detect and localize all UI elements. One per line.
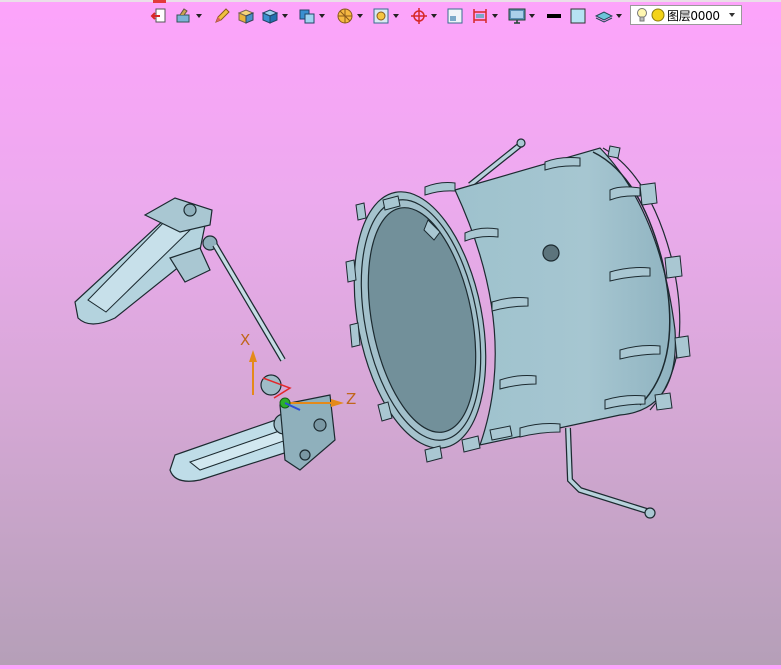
box-icon xyxy=(237,9,255,24)
cube-icon xyxy=(261,9,279,24)
section-view-button[interactable] xyxy=(446,6,464,26)
top-toolbar: 图层0000 xyxy=(0,0,781,30)
block-feature-button[interactable] xyxy=(237,6,255,26)
z-axis-label: Z xyxy=(346,390,356,408)
chevron-down-icon xyxy=(393,14,399,18)
chevron-down-icon xyxy=(729,13,735,17)
edit-pencil-button[interactable] xyxy=(213,6,231,26)
chevron-down-icon xyxy=(616,14,622,18)
crosshair-icon xyxy=(411,8,427,24)
solid-body-menu[interactable] xyxy=(261,6,288,26)
layer-selector[interactable]: 图层0000 xyxy=(630,5,742,25)
monitor-icon xyxy=(508,8,526,24)
layer-style-menu[interactable] xyxy=(595,6,622,26)
chevron-down-icon xyxy=(529,14,535,18)
section-icon xyxy=(447,8,463,24)
chevron-down-icon xyxy=(357,14,363,18)
clip-plane-icon xyxy=(473,9,487,23)
chevron-down-icon xyxy=(282,14,288,18)
exit-sketch-button[interactable] xyxy=(150,6,168,26)
pencil-icon xyxy=(215,8,230,23)
fill-color-swatch-icon xyxy=(570,8,586,24)
chevron-down-icon xyxy=(196,14,202,18)
exit-icon xyxy=(150,8,166,23)
model-canvas: X Z xyxy=(74,138,691,519)
layer-on-icon xyxy=(651,8,665,22)
paint-icon xyxy=(176,8,190,23)
layer-name: 图层0000 xyxy=(667,8,720,23)
chevron-down-icon xyxy=(431,14,437,18)
combine-icon xyxy=(299,9,315,24)
drum-vent-hole xyxy=(542,244,560,262)
bass-drum[interactable] xyxy=(334,138,691,519)
clip-plane-menu[interactable] xyxy=(471,6,498,26)
upper-pedal[interactable] xyxy=(74,197,286,362)
chevron-down-icon xyxy=(492,14,498,18)
toolbar-top-edge xyxy=(0,0,781,2)
combine-bodies-menu[interactable] xyxy=(298,6,325,26)
fill-color-button[interactable] xyxy=(570,6,586,26)
render-style-menu[interactable] xyxy=(336,6,363,26)
bulb-icon xyxy=(637,8,647,22)
fit-view-icon xyxy=(373,8,389,24)
snap-point-menu[interactable] xyxy=(410,6,437,26)
paint-brush-menu[interactable] xyxy=(175,6,202,26)
line-color-button[interactable] xyxy=(546,6,562,26)
active-indicator xyxy=(153,0,166,3)
line-color-swatch-icon xyxy=(547,14,561,18)
view-fit-menu[interactable] xyxy=(372,6,399,26)
chevron-down-icon xyxy=(319,14,325,18)
x-axis-label: X xyxy=(240,331,250,349)
display-settings-menu[interactable] xyxy=(508,6,535,26)
sphere-wire-icon xyxy=(337,8,353,24)
layer-plane-icon xyxy=(595,11,613,23)
3d-viewport[interactable]: X Z xyxy=(0,30,781,665)
coordinate-triad: X Z xyxy=(240,331,356,411)
